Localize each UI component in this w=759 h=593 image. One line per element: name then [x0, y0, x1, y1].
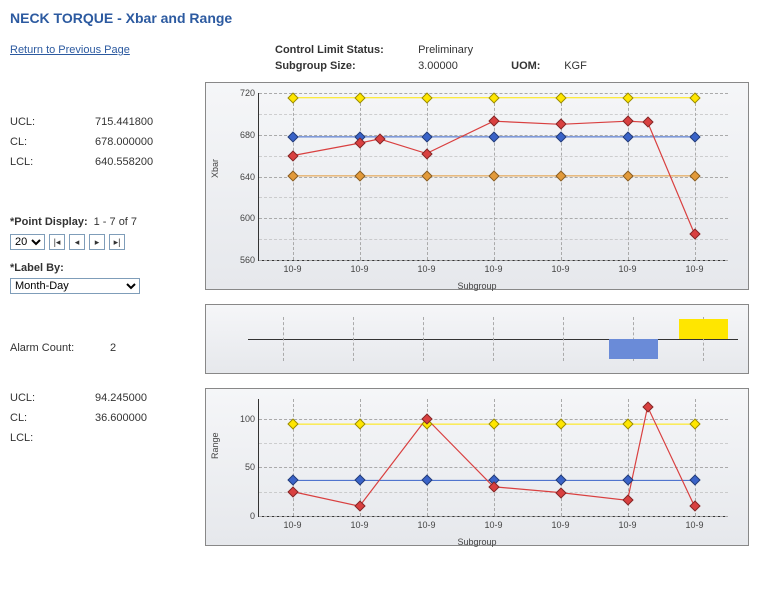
ytick: 50 — [225, 462, 255, 472]
point-display-range: 1 - 7 of 7 — [94, 216, 137, 228]
subgroup-size-value: 3.00000 — [418, 60, 508, 72]
ytick: 640 — [225, 172, 255, 182]
alarm-bar — [609, 339, 658, 359]
xbar-chart-panel: Xbar 560 600 640 680 720 10-9 10-9 10-9 10-9 10-9… — [205, 82, 749, 290]
xtick: 10-9 — [685, 264, 703, 274]
ytick: 0 — [225, 511, 255, 521]
xbar-lcl-value: 640.558200 — [95, 156, 153, 168]
ytick: 100 — [225, 414, 255, 424]
range-chart-panel: Range 0 50 100 10-9 10-9 10-9 10-9 10-9 10-9 10-9… — [205, 388, 749, 546]
xtick: 10-9 — [484, 520, 502, 530]
uom-label: UOM: — [511, 60, 561, 72]
xtick: 10-9 — [618, 520, 636, 530]
alarm-bar — [679, 319, 728, 339]
alarm-count-label: Alarm Count: — [10, 342, 110, 354]
label-by-label: *Label By: — [10, 262, 205, 274]
last-page-button[interactable]: ▸| — [109, 234, 125, 250]
xtick: 10-9 — [283, 520, 301, 530]
alarm-count-value: 2 — [110, 342, 116, 354]
control-status-label: Control Limit Status: — [275, 44, 415, 56]
xtick: 10-9 — [551, 520, 569, 530]
xtick: 10-9 — [685, 520, 703, 530]
xtick: 10-9 — [350, 520, 368, 530]
ytick: 720 — [225, 88, 255, 98]
point-display-label: *Point Display: — [10, 216, 88, 228]
uom-value: KGF — [564, 60, 587, 72]
subgroup-size-label: Subgroup Size: — [275, 60, 415, 72]
xbar-lcl-label: LCL: — [10, 156, 95, 168]
page-size-select[interactable]: 20 — [10, 234, 45, 250]
xbar-ucl-label: UCL: — [10, 116, 95, 128]
range-cl-value: 36.600000 — [95, 412, 147, 424]
first-page-button[interactable]: |◂ — [49, 234, 65, 250]
xtick: 10-9 — [283, 264, 301, 274]
xtick: 10-9 — [618, 264, 636, 274]
ytick: 600 — [225, 213, 255, 223]
xbar-ylabel: Xbar — [210, 159, 220, 178]
ytick: 560 — [225, 255, 255, 265]
label-by-select[interactable]: Month-Day — [10, 278, 140, 294]
page-title: NECK TORQUE - Xbar and Range — [10, 10, 749, 26]
range-ylabel: Range — [210, 432, 220, 459]
xbar-xlabel: Subgroup — [216, 281, 738, 291]
xbar-cl-value: 678.000000 — [95, 136, 153, 148]
range-lcl-label: LCL: — [10, 432, 95, 444]
range-ucl-label: UCL: — [10, 392, 95, 404]
xbar-ucl-value: 715.441800 — [95, 116, 153, 128]
range-ucl-value: 94.245000 — [95, 392, 147, 404]
xtick: 10-9 — [350, 264, 368, 274]
xtick: 10-9 — [484, 264, 502, 274]
xtick: 10-9 — [417, 520, 435, 530]
range-cl-label: CL: — [10, 412, 95, 424]
ytick: 680 — [225, 130, 255, 140]
xbar-cl-label: CL: — [10, 136, 95, 148]
next-page-button[interactable]: ▸ — [89, 234, 105, 250]
alarm-chart-panel — [205, 304, 749, 374]
prev-page-button[interactable]: ◂ — [69, 234, 85, 250]
xtick: 10-9 — [417, 264, 435, 274]
control-status-value: Preliminary — [418, 44, 473, 56]
xtick: 10-9 — [551, 264, 569, 274]
return-link[interactable]: Return to Previous Page — [10, 44, 130, 56]
range-xlabel: Subgroup — [216, 537, 738, 547]
